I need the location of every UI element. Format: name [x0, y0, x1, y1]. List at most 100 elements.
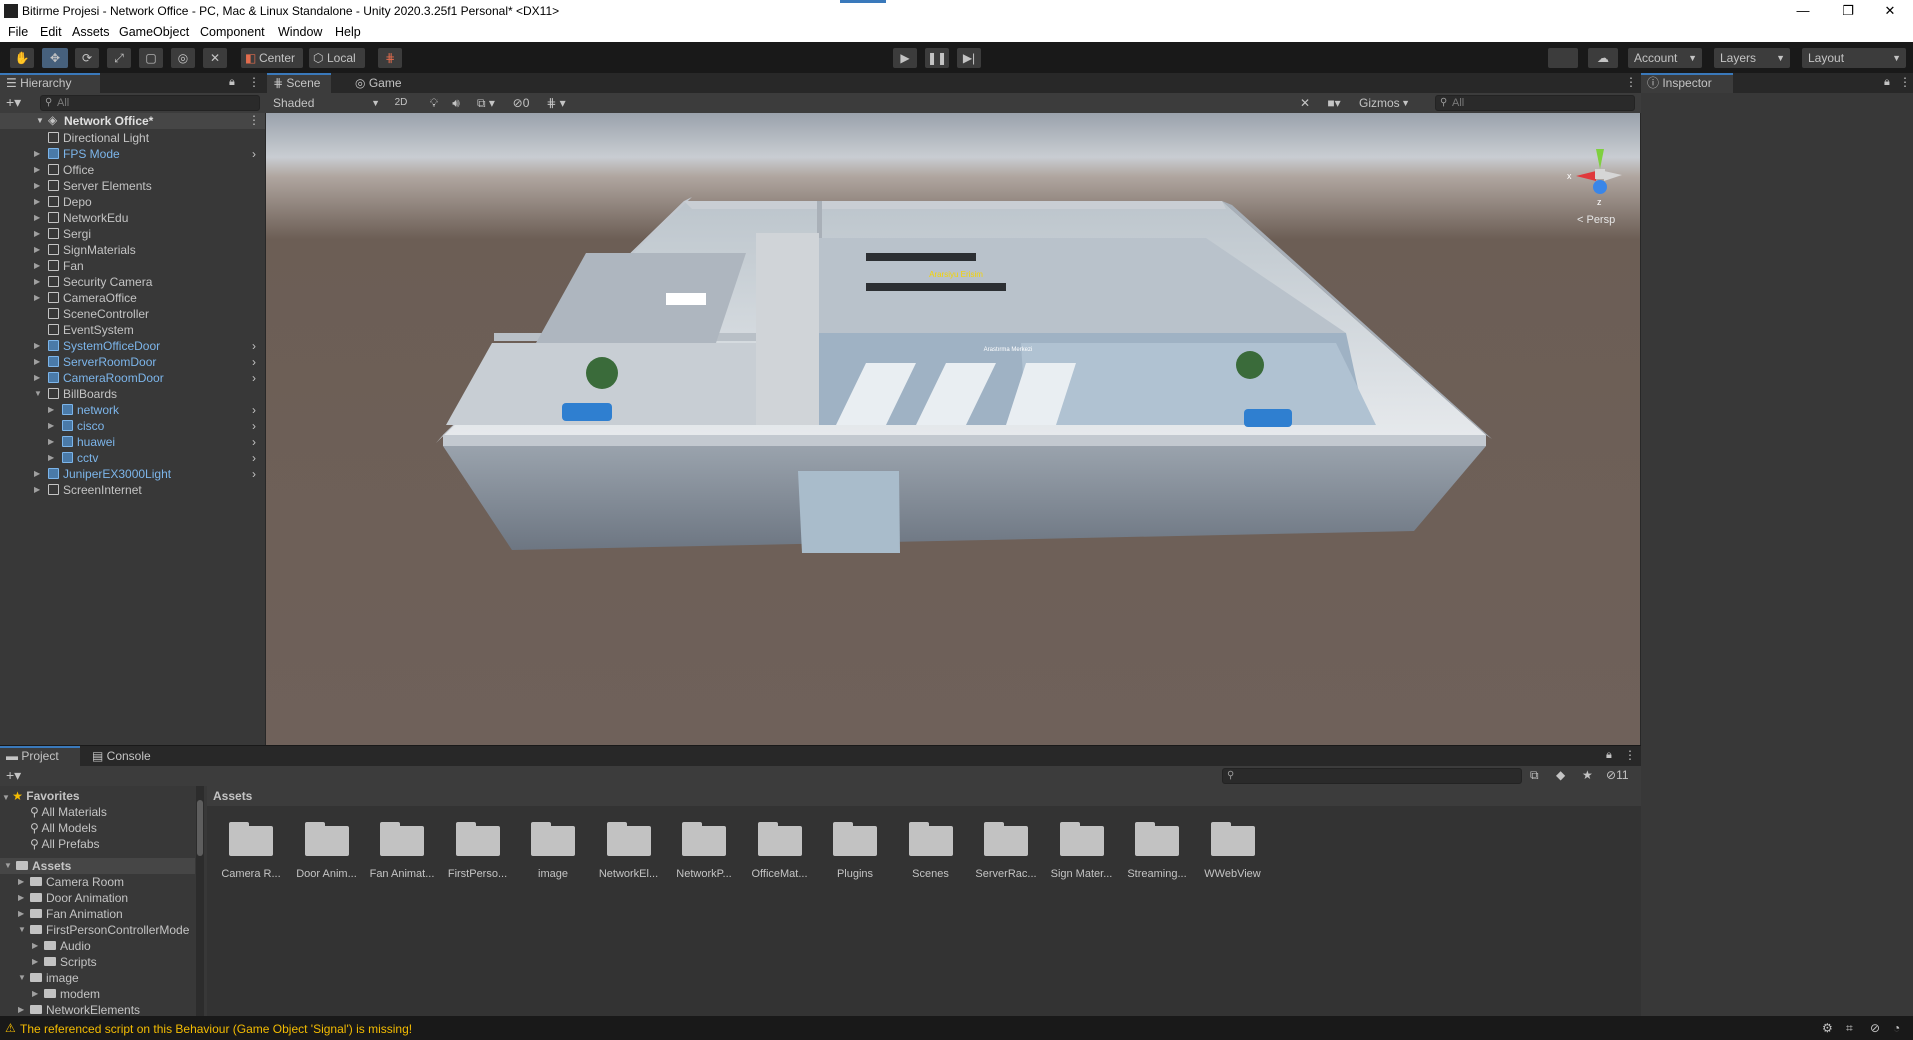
tab-project[interactable]: ▬ Project	[0, 746, 80, 766]
asset-tree-item[interactable]: ▶ Scripts	[0, 954, 195, 970]
asset-folder[interactable]: Plugins	[815, 808, 895, 898]
status-bar[interactable]: ⚠ The referenced script on this Behaviou…	[0, 1017, 1913, 1040]
menu-component[interactable]: Component	[200, 25, 265, 39]
expand-icon[interactable]: ▶	[34, 370, 40, 386]
expand-icon[interactable]: ▶	[18, 874, 24, 890]
lighting-icon[interactable]: 💡︎	[425, 94, 443, 112]
prefab-open-icon[interactable]: ›	[252, 450, 256, 466]
hierarchy-item[interactable]: ▶ huawei ›	[0, 434, 265, 450]
filter-label-icon[interactable]: ◆	[1556, 768, 1565, 782]
grid-toggle-icon[interactable]: ⋕ ▾	[539, 94, 573, 112]
asset-folder[interactable]: ServerRac...	[966, 808, 1046, 898]
prefab-open-icon[interactable]: ›	[252, 434, 256, 450]
play-button[interactable]: ▶	[893, 48, 917, 68]
tree-scrollbar[interactable]	[196, 786, 204, 1016]
tab-scene[interactable]: ⋕ Scene	[267, 73, 331, 93]
gizmo-center[interactable]	[1595, 169, 1605, 179]
hand-tool-icon[interactable]: ✋	[10, 48, 34, 68]
asset-tree-item[interactable]: ▶ Camera Room	[0, 874, 195, 890]
hierarchy-search-input[interactable]: ⚲ All	[40, 95, 260, 111]
hierarchy-item[interactable]: ▶ ScreenInternet	[0, 482, 265, 498]
tools-icon[interactable]: ✕	[1295, 94, 1315, 112]
expand-icon[interactable]: ▶	[34, 210, 40, 226]
expand-icon[interactable]: ▶	[18, 906, 24, 922]
gizmos-dropdown[interactable]: Gizmos ▼	[1353, 94, 1415, 112]
maximize-button[interactable]: ❐	[1825, 0, 1871, 22]
hierarchy-item[interactable]: ▶ SystemOfficeDoor ›	[0, 338, 265, 354]
hierarchy-item[interactable]: ▶ Office	[0, 162, 265, 178]
asset-folder[interactable]: WWebView	[1193, 808, 1273, 898]
asset-folder[interactable]: Scenes	[891, 808, 971, 898]
hierarchy-item[interactable]: ▶ Server Elements	[0, 178, 265, 194]
hierarchy-item[interactable]: ▶ Sergi	[0, 226, 265, 242]
asset-folder[interactable]: Fan Animat...	[362, 808, 442, 898]
pivot-local-button[interactable]: ⬡ Local	[309, 48, 365, 68]
asset-folder[interactable]: FirstPerso...	[438, 808, 518, 898]
expand-icon[interactable]: ▶	[34, 482, 40, 498]
hierarchy-item[interactable]: ▶ NetworkEdu	[0, 210, 265, 226]
menu-file[interactable]: File	[8, 25, 28, 39]
prefab-open-icon[interactable]: ›	[252, 402, 256, 418]
expand-icon[interactable]: ▶	[34, 274, 40, 290]
more-options-icon[interactable]: ⋮	[248, 75, 260, 89]
expand-icon[interactable]: ▶	[34, 242, 40, 258]
camera-icon[interactable]: ■▾	[1319, 94, 1349, 112]
expand-icon[interactable]: ▶	[34, 290, 40, 306]
hierarchy-item[interactable]: SceneController	[0, 306, 265, 322]
asset-folder[interactable]: Sign Mater...	[1042, 808, 1122, 898]
expand-icon[interactable]: ▼	[18, 922, 26, 938]
expand-icon[interactable]: ▶	[34, 194, 40, 210]
asset-folder[interactable]: Streaming...	[1117, 808, 1197, 898]
hidden-packages-toggle[interactable]: ⊘11	[1606, 768, 1629, 782]
gizmo-z-axis[interactable]	[1593, 180, 1607, 194]
effects-icon[interactable]: ⧉ ▾	[469, 94, 503, 112]
hierarchy-item[interactable]: ▼ BillBoards	[0, 386, 265, 402]
toggle-2d-button[interactable]: 2D	[389, 94, 413, 112]
scrollbar-thumb[interactable]	[197, 800, 203, 856]
asset-tree-item[interactable]: ▶ Fan Animation	[0, 906, 195, 922]
prefab-open-icon[interactable]: ›	[252, 370, 256, 386]
prefab-open-icon[interactable]: ›	[252, 354, 256, 370]
transform-tool-icon[interactable]: ◎	[171, 48, 195, 68]
lock-icon[interactable]: 🔒︎	[1884, 76, 1890, 89]
hierarchy-item[interactable]: ▶ CameraOffice	[0, 290, 265, 306]
collapse-icon[interactable]: ▼	[34, 386, 42, 402]
auto-generate-icon[interactable]: ◔	[1893, 1021, 1900, 1035]
step-button[interactable]: ▶|	[957, 48, 981, 68]
menu-window[interactable]: Window	[278, 25, 322, 39]
perspective-label[interactable]: < Persp	[1577, 214, 1615, 226]
expand-icon[interactable]: ▶	[34, 354, 40, 370]
expand-icon[interactable]: ▼	[36, 116, 44, 125]
minimize-button[interactable]: —	[1780, 0, 1826, 22]
prefab-open-icon[interactable]: ›	[252, 466, 256, 482]
layout-dropdown[interactable]: Layout ▼	[1802, 48, 1906, 68]
asset-folder[interactable]: Camera R...	[211, 808, 291, 898]
layers-dropdown[interactable]: Layers ▼	[1714, 48, 1790, 68]
prefab-open-icon[interactable]: ›	[252, 338, 256, 354]
more-options-icon[interactable]: ⋮	[1624, 748, 1636, 762]
cache-icon[interactable]: ⊘	[1870, 1021, 1880, 1035]
progress-icon[interactable]: ⌗	[1846, 1021, 1853, 1036]
breadcrumb[interactable]: Assets	[213, 789, 252, 803]
expand-icon[interactable]: ▶	[18, 890, 24, 906]
asset-tree-item[interactable]: ▼ image	[0, 970, 195, 986]
expand-icon[interactable]: ▶	[32, 986, 38, 1002]
asset-tree-item[interactable]: ▼ FirstPersonControllerMode	[0, 922, 195, 938]
favorite-item[interactable]: ⚲ All Prefabs	[30, 836, 100, 852]
asset-folder[interactable]: OfficeMat...	[740, 808, 820, 898]
expand-icon[interactable]: ▶	[34, 466, 40, 482]
more-options-icon[interactable]: ⋮	[1625, 75, 1637, 89]
pivot-center-button[interactable]: ◧ Center	[241, 48, 303, 68]
prefab-open-icon[interactable]: ›	[252, 418, 256, 434]
tab-console[interactable]: ▤ Console	[86, 746, 166, 766]
menu-help[interactable]: Help	[335, 25, 361, 39]
hierarchy-item[interactable]: ▶ cisco ›	[0, 418, 265, 434]
favorite-star-icon[interactable]: ★	[1582, 768, 1593, 782]
close-button[interactable]: ✕	[1867, 0, 1913, 22]
bug-icon[interactable]: ⚙	[1822, 1021, 1833, 1035]
hierarchy-item[interactable]: ▶ Depo	[0, 194, 265, 210]
menu-assets[interactable]: Assets	[72, 25, 110, 39]
menu-edit[interactable]: Edit	[40, 25, 62, 39]
hierarchy-item[interactable]: ▶ network ›	[0, 402, 265, 418]
expand-icon[interactable]: ▶	[48, 450, 54, 466]
